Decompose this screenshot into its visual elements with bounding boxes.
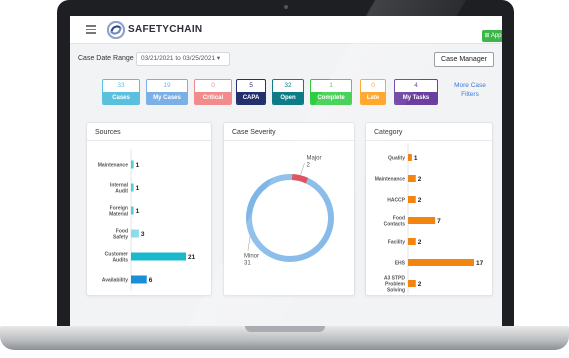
bar: [131, 229, 139, 238]
app-screen: SAFETYCHAIN ⊞ App Case Date Range 03/21/…: [70, 16, 502, 326]
bar: [131, 275, 147, 284]
laptop-notch: [245, 326, 325, 332]
tile-my-cases[interactable]: 19 My Cases: [146, 79, 188, 105]
filter-row: Case Date Range 03/21/2021 to 03/25/2021…: [70, 49, 502, 69]
slice-label: Minor: [244, 253, 259, 259]
bar-category-label: Maintenance: [375, 176, 406, 182]
app-button[interactable]: ⊞ App: [482, 30, 502, 42]
bar-value-label: 2: [418, 281, 422, 288]
bar: [408, 175, 416, 182]
bar-category-label: Availability: [102, 277, 128, 283]
tile-count: 5: [249, 82, 253, 89]
bar: [408, 154, 412, 161]
camera-dot: [284, 5, 288, 9]
card-title: Case Severity: [232, 129, 276, 136]
bar: [408, 196, 416, 203]
safetychain-logo-icon: [107, 21, 125, 39]
bar-category-label: Internal Audit: [110, 182, 129, 194]
bar-category-label: Quality: [388, 155, 405, 161]
tile-label: Late: [361, 92, 385, 104]
category-bar-chart: Quality 1 Maintenance 2 HACCP 2 Food Contacts 7 F…: [375, 143, 484, 294]
bar-category-label: Food Safety: [113, 228, 128, 240]
bar-value-label: 21: [188, 254, 196, 261]
tile-label: Critical: [195, 92, 231, 104]
tile-label: Open: [273, 92, 303, 104]
tile-count: 4: [414, 82, 418, 89]
tile-label: Complete: [311, 92, 351, 104]
bar-category-label: EHS: [395, 260, 406, 266]
tile-label: My Cases: [147, 92, 187, 104]
tile-count: 33: [117, 82, 125, 89]
donut-slice: [246, 174, 334, 262]
slice-value-label: 2: [306, 162, 310, 168]
bar-value-label: 7: [437, 218, 441, 225]
bar-value-label: 1: [414, 155, 418, 162]
card-title: Sources: [95, 129, 121, 136]
bar: [131, 252, 186, 261]
tile-label: Cases: [103, 92, 139, 104]
bar-category-label: Facility: [388, 239, 405, 245]
tile-critical[interactable]: 0 Critical: [194, 79, 232, 105]
tile-open[interactable]: 32 Open: [272, 79, 304, 105]
tile-capa[interactable]: 5 CAPA: [236, 79, 266, 105]
bar-value-label: 1: [136, 162, 140, 169]
date-range-value: 03/21/2021 to 03/25/2021: [141, 55, 216, 62]
tile-my-tasks[interactable]: 4 My Tasks: [394, 79, 438, 105]
case-severity-donut-chart: Major2 Minor31: [244, 155, 334, 266]
tile-late[interactable]: 0 Late: [360, 79, 386, 105]
bar-category-label: Foreign Material: [109, 205, 129, 217]
bar: [131, 160, 134, 169]
slice-label: Major: [306, 155, 321, 161]
brand-name: SAFETYCHAIN: [128, 24, 203, 35]
tile-cases[interactable]: 33 Cases: [102, 79, 140, 105]
top-bar: SAFETYCHAIN ⊞ App: [70, 16, 502, 44]
bar-category-label: Customer Audits: [105, 251, 129, 263]
bar-value-label: 3: [141, 231, 145, 238]
bar: [131, 183, 134, 192]
tile-count: 1: [329, 82, 333, 89]
case-manager-button[interactable]: Case Manager: [434, 52, 494, 67]
bar-value-label: 2: [418, 197, 422, 204]
tile-count: 19: [163, 82, 171, 89]
bar-value-label: 6: [149, 277, 153, 284]
tile-count: 0: [371, 82, 375, 89]
chevron-down-icon: ▾: [216, 55, 221, 62]
bar: [408, 280, 416, 287]
hamburger-menu-icon[interactable]: [86, 25, 96, 34]
category-card: Category Quality 1 Maintenance 2 HACCP 2 Food C…: [365, 122, 493, 296]
tile-count: 32: [284, 82, 292, 89]
bar-category-label: HACCP: [387, 197, 405, 203]
case-date-range-input[interactable]: 03/21/2021 to 03/25/2021 ▾: [136, 52, 230, 66]
app-button-label: App: [490, 33, 502, 39]
leader-line: [300, 163, 305, 176]
case-severity-card: Case Severity Major 2 Minor 31: [223, 122, 355, 296]
slice-value-label: 31: [244, 260, 251, 266]
case-date-range-label: Case Date Range: [78, 55, 134, 62]
bar-value-label: 17: [476, 260, 484, 267]
bar: [131, 206, 134, 215]
bar: [408, 217, 436, 224]
sources-card: Sources Maintenance 1 Internal Audit 1 Foreig…: [86, 122, 212, 296]
bar-value-label: 2: [418, 176, 422, 183]
bar: [408, 238, 416, 245]
tile-count: 0: [211, 82, 215, 89]
card-title: Category: [374, 129, 403, 136]
tile-label: CAPA: [237, 92, 265, 104]
case-tiles: 33 Cases 19 My Cases 0 Critical 5 CAPA 32 Ope…: [70, 79, 502, 111]
tile-label: My Tasks: [395, 92, 437, 104]
bar-value-label: 1: [136, 208, 140, 215]
more-case-filters-link[interactable]: More Case Filters: [450, 81, 490, 99]
tile-complete[interactable]: 1 Complete: [310, 79, 352, 105]
bar-value-label: 1: [136, 185, 140, 192]
sources-bar-chart: Maintenance 1 Internal Audit 1 Foreign Materia…: [98, 149, 196, 291]
bar: [408, 259, 474, 266]
bar-category-label: Food Contacts: [384, 215, 406, 227]
bar-value-label: 2: [418, 239, 422, 246]
leader-line: [247, 236, 251, 251]
donut-slice: [291, 174, 309, 184]
bar-category-label: A3 STPD Problem Solving: [384, 275, 406, 293]
bar-category-label: Maintenance: [98, 162, 129, 168]
